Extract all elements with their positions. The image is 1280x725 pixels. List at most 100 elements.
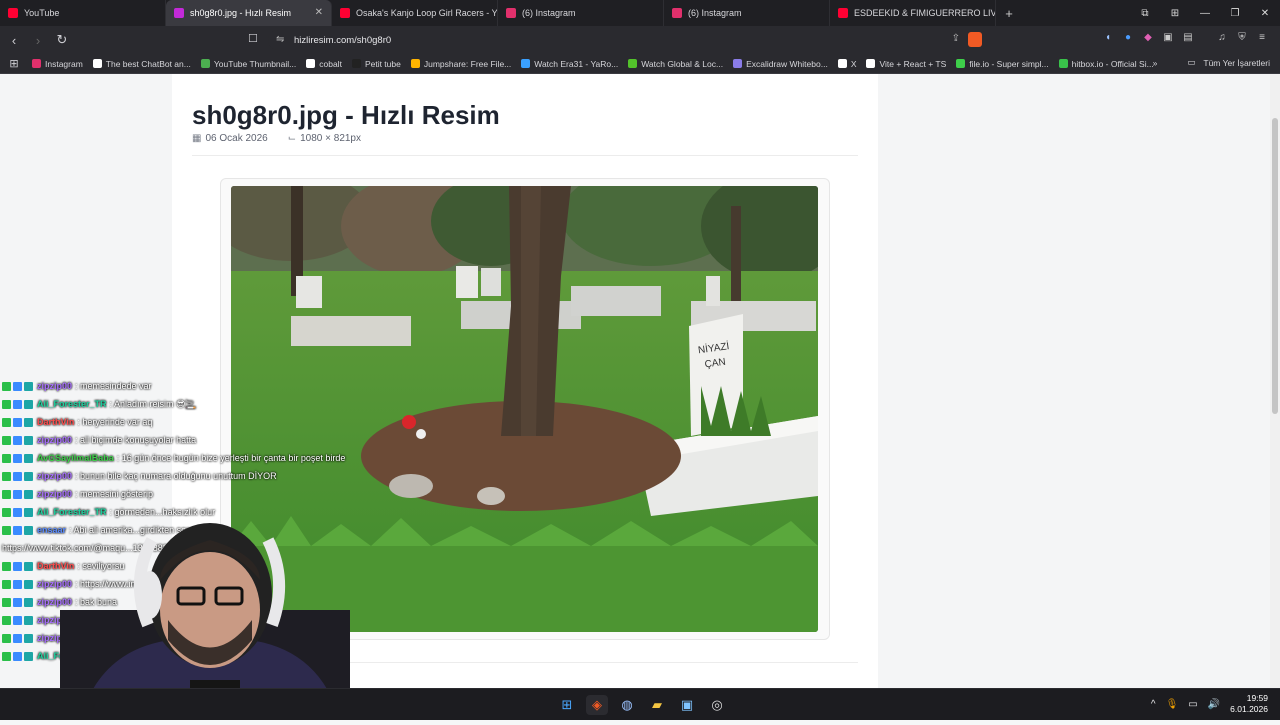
site-info-icon[interactable]: ⇋ — [276, 34, 284, 45]
tabs-container: YouTube sh0g8r0.jpg - Hızlı Resim ✕ Osaka's… — [0, 0, 996, 26]
bookmark-favicon-icon — [92, 59, 102, 68]
display-icon[interactable]: ▭ — [1188, 699, 1197, 710]
bookmark-favicon-icon — [32, 59, 41, 68]
browser-tab[interactable]: Osaka's Kanjo Loop Girl Racers - You — [332, 0, 498, 26]
microphone-icon[interactable]: 🎙 — [1166, 699, 1179, 710]
windows-start-icon[interactable]: ⊞ — [556, 695, 578, 715]
bookmark-item[interactable]: Vite + React + TS — [866, 59, 946, 69]
divider — [192, 155, 858, 156]
bookmark-item[interactable]: YouTube Thumbnail... — [200, 58, 297, 69]
minimize-button[interactable]: — — [1190, 8, 1220, 19]
browser-tab[interactable]: ESDEEKID & FIMIGUERRERO LIVE @ — [830, 0, 996, 26]
volume-icon[interactable]: 🔊 — [1208, 699, 1220, 710]
nav-bar: ‹ › ↻ ☐ ⇋ hizliresim.com/sh0g8r0 ⇪ — [0, 26, 1280, 54]
audio-icon[interactable]: ◖ — [1098, 32, 1118, 43]
back-icon[interactable]: ‹ — [4, 33, 24, 48]
bookmark-label: Jumpshare: Free File... — [423, 58, 512, 69]
bookmark-label: YouTube Thumbnail... — [213, 58, 297, 69]
bookmark-favicon-icon — [306, 59, 316, 68]
more-bookmarks-icon[interactable]: » — [1153, 58, 1158, 68]
bookmark-label: X — [850, 58, 857, 69]
bookmark-item[interactable]: hitbox.io - Official Si... — [1058, 59, 1154, 69]
bookmark-item[interactable]: Instagram — [32, 59, 83, 69]
photos-icon[interactable]: ▣ — [676, 695, 698, 715]
scrollbar[interactable] — [1270, 74, 1280, 688]
tab-favicon-icon — [340, 8, 350, 18]
bookmark-favicon-icon — [351, 59, 361, 68]
browser-tab[interactable]: YouTube — [0, 0, 166, 26]
maximize-button[interactable]: ❐ — [1220, 8, 1250, 19]
shield-icon[interactable]: ⛨ — [1232, 32, 1252, 43]
brave-shields-icon[interactable] — [968, 32, 982, 47]
url-text: hizliresim.com/sh0g8r0 — [294, 34, 392, 46]
close-window-button[interactable]: ✕ — [1250, 8, 1280, 19]
clock-date: 6.01.2026 — [1230, 704, 1268, 714]
clock-time: 19:59 — [1246, 693, 1268, 703]
extensions-icon[interactable]: ⧉ — [1130, 8, 1160, 19]
toolbar-extensions: ◖ ● ◆ ▣ ▤ ♫ ⛨ ≡ — [1098, 32, 1272, 43]
bookmark-item[interactable]: Watch Global & Loc... — [628, 59, 723, 69]
bookmark-item[interactable]: X — [837, 58, 857, 69]
bookmark-item[interactable]: cobalt — [306, 59, 342, 69]
reload-icon[interactable]: ↻ — [52, 32, 72, 48]
bookmark-item[interactable]: Excalidraw Whitebo... — [733, 59, 828, 69]
bookmark-item[interactable]: Jumpshare: Free File... — [410, 58, 512, 69]
bookmark-label: Vite + React + TS — [879, 58, 947, 69]
sidebar-icon[interactable]: ▤ — [1178, 32, 1198, 43]
tab-search-icon[interactable]: ⊞ — [1160, 8, 1190, 19]
tab-favicon-icon — [8, 8, 18, 18]
bookmark-favicon-icon — [200, 59, 210, 68]
bookmark-item[interactable]: Petit tube — [351, 59, 401, 69]
browser-tab[interactable]: sh0g8r0.jpg - Hızlı Resim ✕ — [166, 0, 332, 26]
image-dimensions: 1080 × 821px — [300, 133, 361, 144]
file-explorer-icon[interactable]: ▰ — [646, 695, 668, 715]
scrollbar-thumb[interactable] — [1272, 118, 1278, 414]
bookmark-item[interactable]: Watch Era31 - YaRo... — [521, 59, 618, 69]
tab-label: Osaka's Kanjo Loop Girl Racers - You — [356, 8, 498, 18]
tab-favicon-icon — [672, 8, 682, 18]
bookmark-favicon-icon — [733, 59, 743, 68]
tab-label: ESDEEKID & FIMIGUERRERO LIVE @ — [854, 8, 996, 18]
vpn-icon[interactable]: ● — [1118, 32, 1138, 43]
bookmark-favicon-icon — [410, 59, 420, 68]
image-meta: ▦ 06 Ocak 2026 ⌙ 1080 × 821px — [192, 133, 361, 144]
browser-tab[interactable]: (6) Instagram — [498, 0, 664, 26]
folder-icon: ▭ — [1187, 57, 1196, 67]
tab-favicon-icon — [174, 8, 184, 18]
brave-app-icon[interactable]: ◈ — [586, 695, 608, 715]
bookmark-label: Excalidraw Whitebo... — [746, 58, 828, 69]
bookmark-label: The best ChatBot an... — [105, 58, 191, 69]
tray-overflow-icon[interactable]: ^ — [1151, 699, 1156, 710]
all-bookmarks-link[interactable]: Tüm Yer İşaretleri — [1203, 58, 1270, 68]
browser-tab[interactable]: (6) Instagram — [664, 0, 830, 26]
tab-close-icon[interactable]: ✕ — [315, 7, 323, 18]
dimensions-icon: ⌙ — [287, 133, 297, 144]
address-bar[interactable]: ⇋ hizliresim.com/sh0g8r0 ⇪ — [268, 30, 988, 50]
obs-icon[interactable]: ◎ — [706, 695, 728, 715]
bookmark-item[interactable]: The best ChatBot an... — [92, 58, 191, 69]
menu-icon[interactable]: ≡ — [1252, 32, 1272, 43]
extension-icon[interactable]: ◆ — [1138, 32, 1158, 43]
window-controls: ⧉ ⊞ — ❐ ✕ — [1130, 0, 1280, 26]
bookmark-label: cobalt — [319, 58, 342, 69]
bookmark-icon[interactable]: ☐ — [248, 32, 258, 45]
music-icon[interactable]: ♫ — [1212, 32, 1232, 43]
wallet-icon[interactable]: ▣ — [1158, 32, 1178, 43]
clock[interactable]: 19:59 6.01.2026 — [1230, 693, 1268, 715]
upload-date: 06 Ocak 2026 — [205, 133, 268, 144]
taskbar-apps: ⊞ ◈ ◍ ▰ ▣ ◎ — [556, 695, 728, 715]
taskbar: ⊞ ◈ ◍ ▰ ▣ ◎ ^ 🎙 ▭ 🔊 19:59 6.01.2026 — [0, 688, 1280, 720]
apps-icon[interactable]: ⊞ — [4, 57, 24, 70]
steam-icon[interactable]: ◍ — [616, 695, 638, 715]
forward-icon[interactable]: › — [28, 33, 48, 48]
new-tab-button[interactable]: + — [996, 0, 1022, 26]
right-column — [878, 74, 1270, 688]
share-icon[interactable]: ⇪ — [952, 33, 960, 44]
bookmark-favicon-icon — [866, 59, 876, 68]
tab-favicon-icon — [506, 8, 516, 18]
bookmark-item[interactable]: file.io - Super simpl... — [956, 59, 1049, 69]
bookmarks-bar: ⊞ Instagram The best ChatBot an... YouTube… — [0, 54, 1280, 74]
bookmarks-list: Instagram The best ChatBot an... YouTube T… — [32, 59, 1164, 69]
bookmark-label: Instagram — [45, 58, 83, 69]
bookmarks-right: » ▭ Tüm Yer İşaretleri — [1153, 57, 1270, 68]
